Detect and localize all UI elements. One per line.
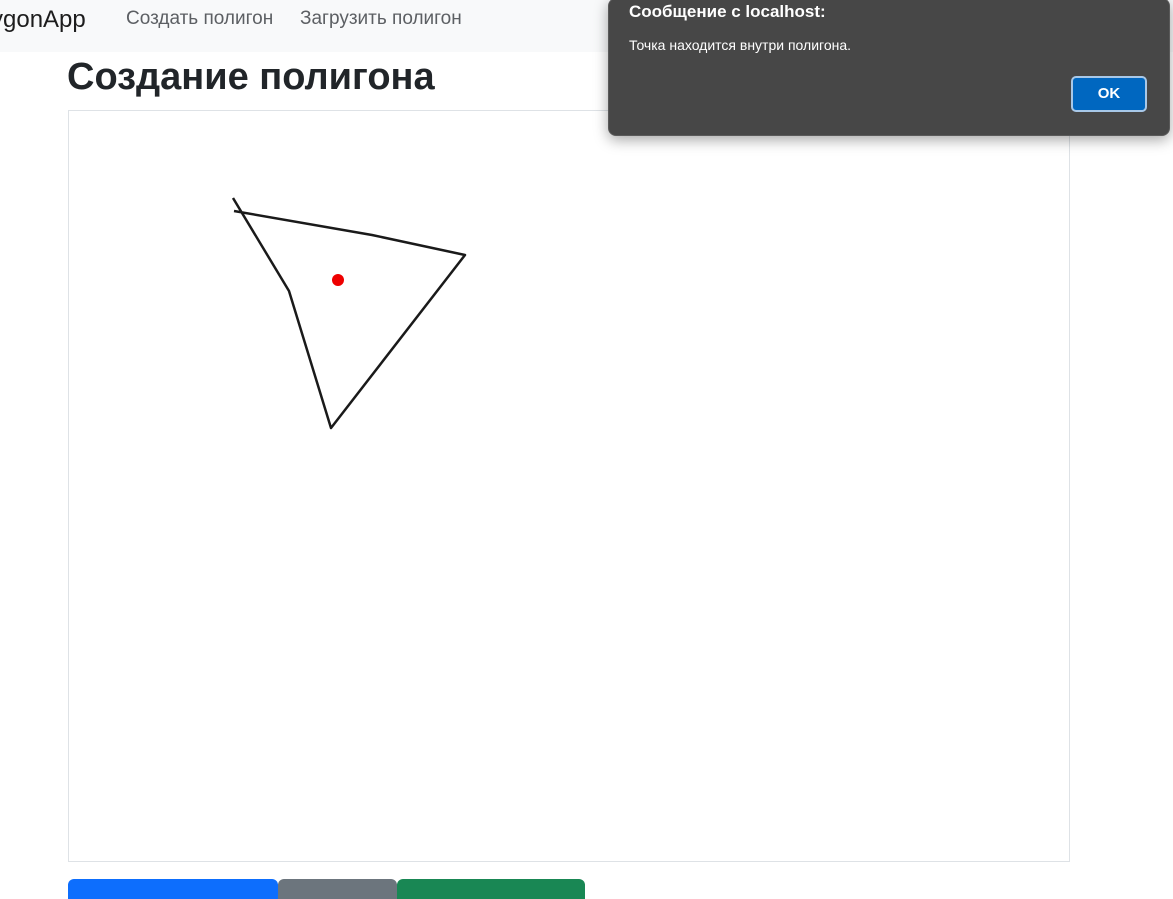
polygon-outline bbox=[231, 197, 467, 430]
secondary-action-button[interactable] bbox=[278, 879, 397, 899]
alert-dialog: Сообщение с localhost: Точка находится в… bbox=[608, 0, 1170, 136]
alert-dialog-title: Сообщение с localhost: bbox=[629, 2, 826, 21]
navbar-brand[interactable]: ygonApp bbox=[0, 6, 86, 34]
polygon-canvas-drawing[interactable] bbox=[69, 111, 1069, 861]
primary-action-button[interactable] bbox=[68, 879, 278, 899]
page-title: Создание полигона bbox=[67, 56, 435, 98]
polygon-canvas[interactable] bbox=[68, 110, 1070, 862]
nav-link-load-polygon[interactable]: Загрузить полигон bbox=[300, 8, 462, 30]
nav-link-create-polygon[interactable]: Создать полигон bbox=[126, 8, 273, 30]
success-action-button[interactable] bbox=[397, 879, 585, 899]
test-point-marker bbox=[332, 274, 344, 286]
alert-ok-button[interactable]: OK bbox=[1071, 76, 1147, 112]
alert-dialog-message: Точка находится внутри полигона. bbox=[629, 37, 852, 53]
